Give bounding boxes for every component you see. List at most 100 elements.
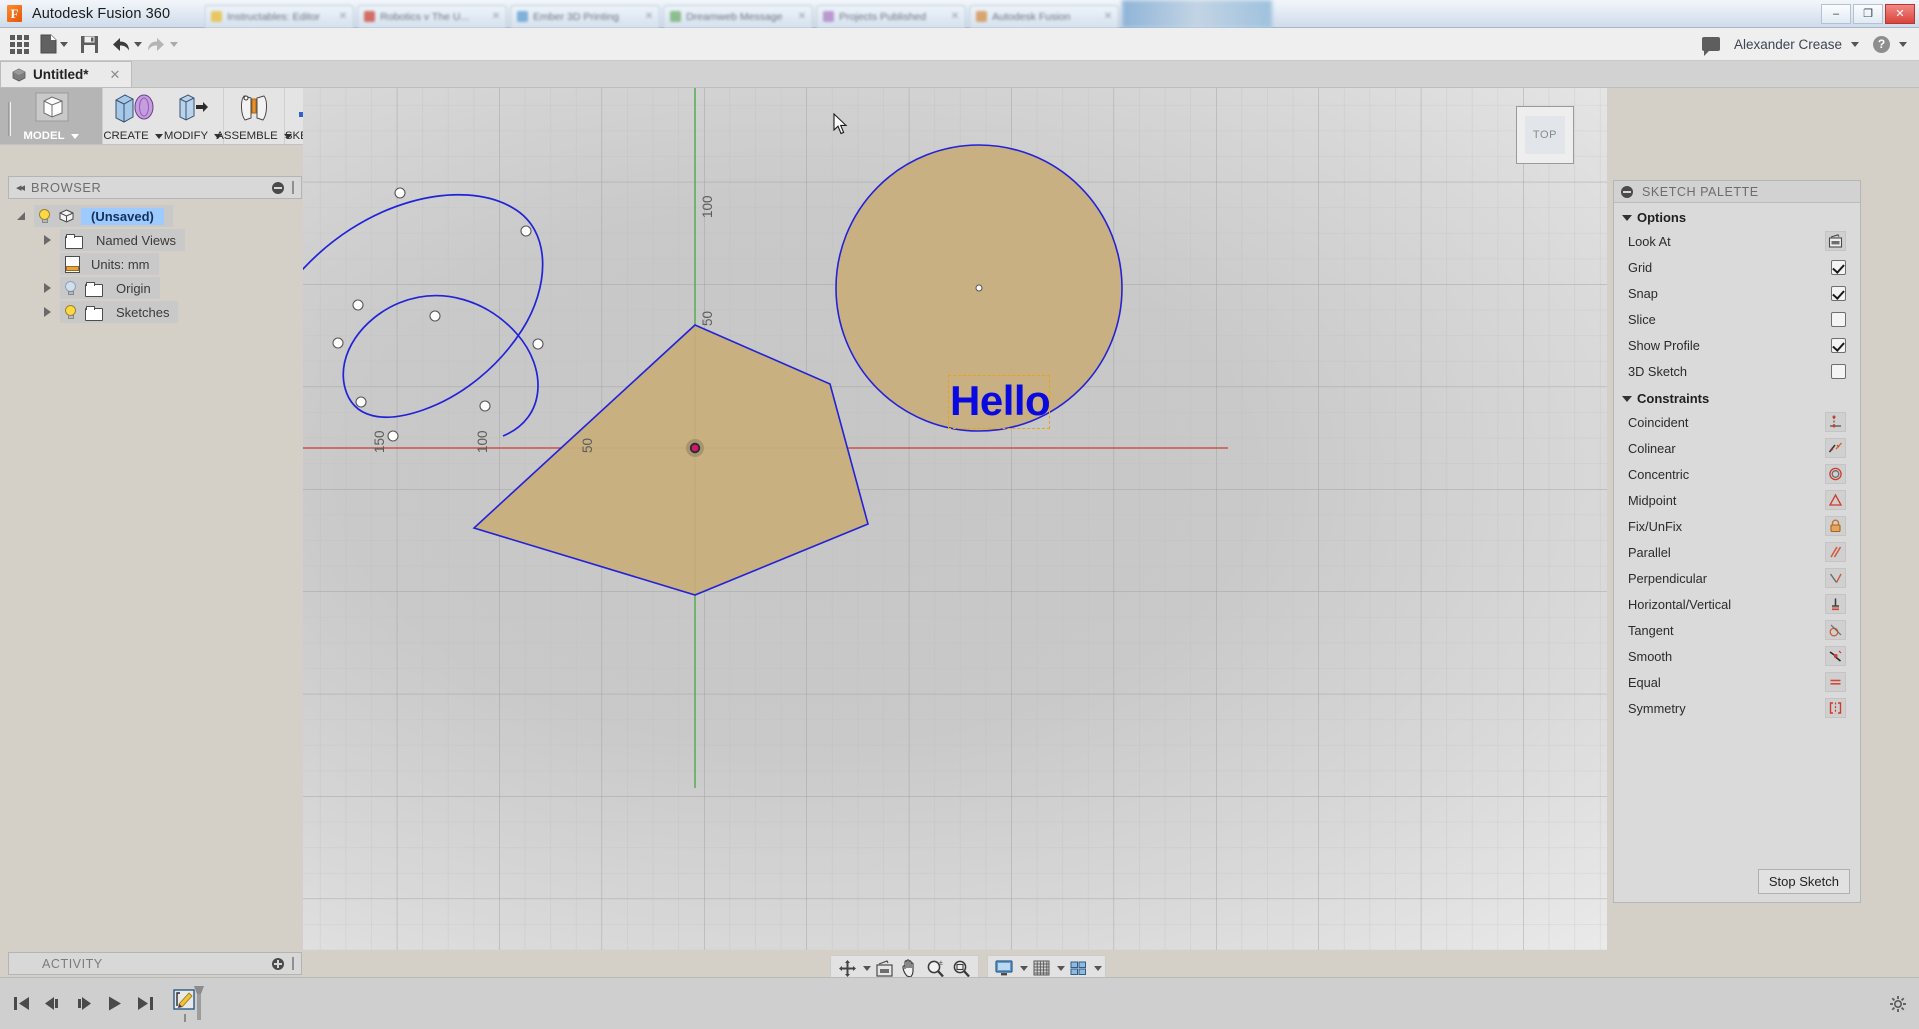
- tab-close-icon[interactable]: ✕: [951, 11, 959, 22]
- play-icon[interactable]: [105, 994, 124, 1013]
- chevron-down-icon[interactable]: [170, 42, 178, 47]
- chevron-down-icon[interactable]: [60, 42, 68, 47]
- ribbon-button-modify[interactable]: MODIFY: [163, 88, 223, 144]
- expand-panel-icon[interactable]: [272, 958, 284, 970]
- workspace-switcher[interactable]: MODEL: [0, 88, 102, 144]
- colinear-icon[interactable]: [1825, 438, 1846, 458]
- expander-icon[interactable]: [34, 283, 60, 293]
- concentric-icon[interactable]: [1825, 464, 1846, 484]
- tree-node-named-views[interactable]: Named Views: [8, 229, 302, 251]
- browser-tab[interactable]: Instructables: Editor✕: [204, 5, 354, 28]
- midpoint-icon[interactable]: [1825, 490, 1846, 510]
- view-cube[interactable]: TOP: [1516, 106, 1574, 164]
- view-cube-face[interactable]: TOP: [1525, 116, 1565, 154]
- stop-sketch-button[interactable]: Stop Sketch: [1758, 869, 1850, 894]
- palette-row-slice[interactable]: Slice: [1614, 306, 1860, 332]
- constraint-row-symmetry[interactable]: Symmetry: [1614, 695, 1860, 721]
- palette-row-3d-sketch[interactable]: 3D Sketch: [1614, 358, 1860, 384]
- collapse-icon[interactable]: ◂◂: [16, 181, 23, 194]
- ribbon-button-create[interactable]: CREATE: [103, 88, 163, 144]
- palette-row-show-profile[interactable]: Show Profile: [1614, 332, 1860, 358]
- sketch-palette-header[interactable]: SKETCH PALETTE: [1614, 181, 1860, 203]
- constraint-row-concentric[interactable]: Concentric: [1614, 461, 1860, 487]
- chevron-down-icon[interactable]: [1057, 966, 1065, 971]
- drag-grip[interactable]: [8, 102, 11, 136]
- constraint-row-colinear[interactable]: Colinear: [1614, 435, 1860, 461]
- chevron-down-icon[interactable]: [71, 134, 79, 139]
- chevron-down-icon[interactable]: [863, 966, 871, 971]
- minimize-panel-icon[interactable]: [272, 182, 284, 194]
- constraint-row-equal[interactable]: Equal: [1614, 669, 1860, 695]
- coincident-icon[interactable]: [1825, 412, 1846, 432]
- chevron-down-icon[interactable]: [1094, 966, 1102, 971]
- maximize-button[interactable]: ❐: [1853, 4, 1883, 24]
- panel-grip[interactable]: [292, 181, 294, 194]
- document-tab[interactable]: Untitled* ✕: [0, 61, 132, 87]
- grid-checkbox[interactable]: [1831, 260, 1846, 275]
- chevron-down-icon[interactable]: [1020, 966, 1028, 971]
- 3d-sketch-checkbox[interactable]: [1831, 364, 1846, 379]
- tab-close-icon[interactable]: ✕: [339, 11, 347, 22]
- constraint-row-smooth[interactable]: Smooth: [1614, 643, 1860, 669]
- apps-grid-icon[interactable]: [0, 29, 38, 60]
- palette-row-snap[interactable]: Snap: [1614, 280, 1860, 306]
- constraint-row-tangent[interactable]: Tangent: [1614, 617, 1860, 643]
- step-back-icon[interactable]: [43, 994, 62, 1013]
- settings-gear-icon[interactable]: [1889, 995, 1907, 1013]
- minimize-panel-icon[interactable]: [1621, 186, 1633, 198]
- slice-checkbox[interactable]: [1831, 312, 1846, 327]
- chevron-down-icon[interactable]: [1851, 42, 1859, 47]
- ribbon-button-assemble[interactable]: ASSEMBLE: [224, 88, 284, 144]
- perpendicular-icon[interactable]: [1825, 568, 1846, 588]
- lock-icon[interactable]: [1825, 516, 1846, 536]
- parallel-icon[interactable]: [1825, 542, 1846, 562]
- tab-close-icon[interactable]: ✕: [492, 11, 500, 22]
- close-button[interactable]: ✕: [1885, 4, 1915, 24]
- expander-icon[interactable]: [34, 307, 60, 317]
- chevron-down-icon[interactable]: [155, 134, 163, 139]
- help-menu[interactable]: ?: [1873, 36, 1907, 53]
- smooth-icon[interactable]: [1825, 646, 1846, 666]
- panel-grip[interactable]: [292, 957, 294, 970]
- tab-close-icon[interactable]: ✕: [798, 11, 806, 22]
- browser-tab[interactable]: Ember 3D Printing✕: [510, 5, 660, 28]
- constraint-row-coincident[interactable]: Coincident: [1614, 409, 1860, 435]
- sketch-text-selection-box[interactable]: Hello: [948, 375, 1050, 429]
- timeline-sketch-marker[interactable]: [173, 984, 207, 1024]
- user-menu[interactable]: Alexander Crease: [1734, 37, 1859, 52]
- constraint-row-midpoint[interactable]: Midpoint: [1614, 487, 1860, 513]
- show-profile-checkbox[interactable]: [1831, 338, 1846, 353]
- constraint-row-perpendicular[interactable]: Perpendicular: [1614, 565, 1860, 591]
- tree-node-sketches[interactable]: Sketches: [8, 301, 302, 323]
- palette-row-grid[interactable]: Grid: [1614, 254, 1860, 280]
- expander-icon[interactable]: [34, 235, 60, 245]
- constraint-row-parallel[interactable]: Parallel: [1614, 539, 1860, 565]
- tree-node-origin[interactable]: Origin: [8, 277, 302, 299]
- sketch-canvas[interactable]: 250 200 150 100 50 100 50 Hello TOP: [303, 88, 1607, 950]
- equal-icon[interactable]: [1825, 672, 1846, 692]
- save-button[interactable]: [70, 29, 108, 60]
- options-section-header[interactable]: Options: [1614, 203, 1860, 228]
- browser-tab[interactable]: Dreamweb Message✕: [663, 5, 813, 28]
- tree-node-units[interactable]: Units: mm: [8, 253, 302, 275]
- horizontal-vertical-icon[interactable]: [1825, 594, 1846, 614]
- look-at-icon[interactable]: [1825, 231, 1846, 251]
- close-icon[interactable]: ✕: [110, 67, 121, 83]
- chat-icon[interactable]: [1702, 37, 1720, 51]
- light-bulb-icon[interactable]: [65, 305, 78, 320]
- browser-tab[interactable]: Robotics v The U...✕: [357, 5, 507, 28]
- light-bulb-icon[interactable]: [65, 281, 78, 296]
- constraint-row-horizontal-vertical[interactable]: Horizontal/Vertical: [1614, 591, 1860, 617]
- chevron-down-icon[interactable]: [1899, 42, 1907, 47]
- symmetry-icon[interactable]: [1825, 698, 1846, 718]
- constraint-row-fix-unfix[interactable]: Fix/UnFix: [1614, 513, 1860, 539]
- minimize-button[interactable]: –: [1821, 4, 1851, 24]
- chevron-down-icon[interactable]: [134, 42, 142, 47]
- browser-tab[interactable]: Autodesk Fusion✕: [969, 5, 1119, 28]
- undo-button[interactable]: [108, 29, 144, 60]
- go-to-end-icon[interactable]: [136, 994, 155, 1013]
- tree-node-unsaved[interactable]: (Unsaved): [8, 205, 302, 227]
- snap-checkbox[interactable]: [1831, 286, 1846, 301]
- light-bulb-icon[interactable]: [39, 209, 52, 224]
- redo-button[interactable]: [144, 29, 180, 60]
